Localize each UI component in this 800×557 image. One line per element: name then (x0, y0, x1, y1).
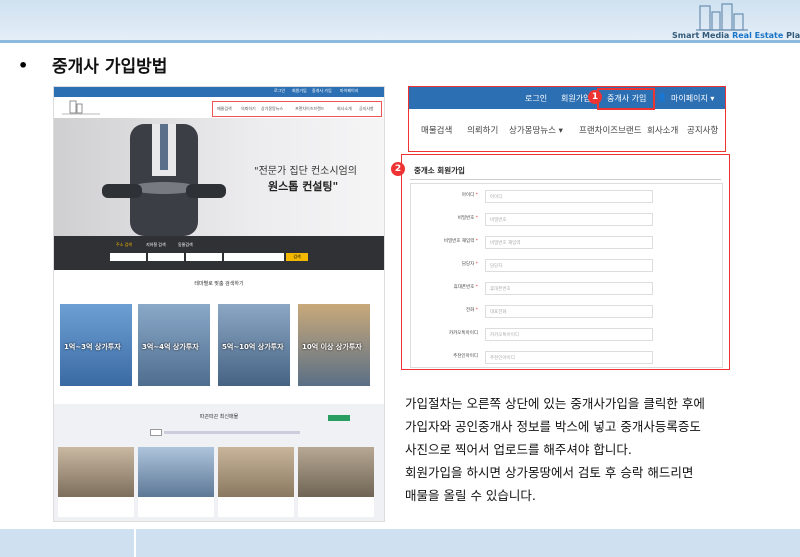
listing-card[interactable] (218, 447, 294, 517)
mypage-link[interactable]: 마이페이지 ▾ (671, 93, 714, 104)
instruction-line: 회원가입을 하시면 상가몽땅에서 검토 후 승락 해드리면 (405, 465, 694, 480)
brand-name: Smart Media Real Estate Platform (672, 31, 800, 40)
form-row-manager: 담당자 * 담당자 (411, 256, 722, 274)
site-menu-item[interactable]: 상가몽땅뉴스 (261, 106, 283, 112)
bullet: • (18, 56, 29, 75)
kakao-id-input[interactable]: 카카오톡아이디 (485, 328, 653, 341)
zoom-header-nav: 로그인 회원가입 중개사 가입 👤 마이페이지 ▾ 매물검색 의뢰하기 상가몽땅… (408, 86, 726, 152)
step-badge-1: 1 (588, 90, 602, 104)
instruction-line: 매물을 올릴 수 있습니다. (405, 488, 536, 503)
buildings-icon (696, 3, 748, 31)
slide-title: 중개사 가입방법 (52, 57, 168, 77)
menu-item-request[interactable]: 의뢰하기 (467, 124, 498, 136)
password-confirm-input[interactable]: 비밀번호 재입력 (485, 236, 653, 249)
website-screenshot: 로그인 회원가입 중개사 가입 마이페이지 매물검색 의뢰하기 상가몽땅뉴스 프… (53, 86, 385, 522)
menu-item-news[interactable]: 상가몽땅뉴스 ▾ (509, 124, 563, 136)
phone-input[interactable]: 대표전화 (485, 305, 653, 318)
site-join-link[interactable]: 회원가입 (292, 88, 307, 94)
login-link[interactable]: 로그인 (525, 93, 547, 104)
join-link[interactable]: 회원가입 (561, 93, 590, 104)
form-row-id: 아이디 * 아이디 (411, 187, 722, 205)
instruction-line: 가입절차는 오른쪽 상단에 있는 중개사가입을 클릭한 후에 (405, 396, 705, 411)
listing-card[interactable] (138, 447, 214, 517)
site-topnav: 로그인 회원가입 중개사 가입 마이페이지 (54, 87, 384, 97)
step-badge-2: 2 (391, 162, 405, 176)
theme-thumb[interactable]: 3억~4억 상가투자 (138, 304, 210, 386)
form-title-divider (410, 179, 721, 180)
instructions-text: 가입절차는 오른쪽 상단에 있는 중개사가입을 클릭한 후에 가입자와 공인중개… (405, 392, 785, 507)
zoom-agent-signup-form: 중개소 회원가입 아이디 * 아이디 비밀번호 * 비밀번호 비밀번호 재입력 * 비… (401, 154, 730, 370)
footer-band (0, 529, 800, 557)
search-button[interactable]: 검색 (286, 253, 308, 261)
listing-card[interactable] (298, 447, 374, 517)
menu-item-about[interactable]: 회사소개 (647, 124, 678, 136)
theme-section-title: 테마별로 맞춤 검색하기 (194, 281, 244, 287)
listing-card[interactable] (58, 447, 134, 517)
search-input[interactable] (224, 253, 284, 261)
site-menu-item[interactable]: 매물검색 (217, 106, 232, 112)
site-menu-item[interactable]: 의뢰하기 (241, 106, 256, 112)
site-menu-item[interactable]: 회사소개 (337, 106, 352, 112)
theme-thumb[interactable]: 5억~10억 상가투자 (218, 304, 290, 386)
instruction-line: 사진으로 찍어서 업로드를 해주셔야 합니다. (405, 442, 632, 457)
footer-divider (134, 529, 136, 557)
listing-filter-tabs[interactable] (150, 429, 300, 436)
site-mypage-link[interactable]: 마이페이지 (340, 88, 358, 94)
hero-banner: "전문가 집단 컨소시엄의 원스톱 컨설팅" (54, 118, 384, 236)
menu-item-franchise[interactable]: 프랜차이즈브랜드 (579, 124, 642, 136)
form-row-mobile: 휴대폰번호 * 휴대폰번호 (411, 279, 722, 297)
mobile-input[interactable]: 휴대폰번호 (485, 282, 653, 295)
form-row-kakao: 카카오톡아이디 카카오톡아이디 (411, 325, 722, 343)
site-menu-item[interactable]: 프랜차이즈브랜드 (295, 106, 324, 112)
hero-line2: 원스톱 컨설팅" (268, 180, 339, 193)
search-tab-other[interactable]: 동물검색 (178, 242, 193, 248)
agent-join-highlight (597, 88, 655, 110)
form-row-password: 비밀번호 * 비밀번호 (411, 210, 722, 228)
search-tab-subway[interactable]: 지하철 검색 (146, 242, 166, 248)
user-icon: 👤 (657, 93, 667, 102)
menu-item-search[interactable]: 매물검색 (421, 124, 452, 136)
menu-item-notice[interactable]: 공지사항 (687, 124, 718, 136)
site-menu-item[interactable]: 공지사항 (359, 106, 374, 112)
hero-line1: "전문가 집단 컨소시엄의 (254, 166, 357, 177)
password-input[interactable]: 비밀번호 (485, 213, 653, 226)
form-row-phone: 전화 * 대표전화 (411, 302, 722, 320)
theme-thumb[interactable]: 1억~3억 상가투자 (60, 304, 132, 386)
search-select-1[interactable] (110, 253, 146, 261)
form-row-referrer: 추천인아이디 추천인아이디 (411, 348, 722, 366)
instruction-line: 가입자와 공인중개사 정보를 박스에 넣고 중개사등록증도 (405, 419, 701, 434)
form-box: 아이디 * 아이디 비밀번호 * 비밀번호 비밀번호 재입력 * 비밀번호 재입력 담… (410, 183, 723, 368)
userid-input[interactable]: 아이디 (485, 190, 653, 203)
search-select-2[interactable] (148, 253, 184, 261)
listing-tag-badge (328, 415, 350, 421)
form-row-password-confirm: 비밀번호 재입력 * 비밀번호 재입력 (411, 233, 722, 251)
site-main-menu: 매물검색 의뢰하기 상가몽땅뉴스 프랜차이즈브랜드 회사소개 공지사항 (212, 101, 382, 117)
businessman-tablet-icon (102, 124, 226, 236)
manager-input[interactable]: 담당자 (485, 259, 653, 272)
site-login-link[interactable]: 로그인 (274, 88, 285, 94)
referrer-id-input[interactable]: 추천인아이디 (485, 351, 653, 364)
form-title: 중개소 회원가입 (414, 166, 465, 175)
search-tab-address[interactable]: 주소 검색 (116, 242, 132, 248)
zoom-topnav: 로그인 회원가입 중개사 가입 👤 마이페이지 ▾ (409, 87, 725, 109)
site-agent-join-link[interactable]: 중개사 가입 (312, 88, 332, 94)
theme-thumb[interactable]: 10억 이상 상가투자 (298, 304, 370, 386)
site-logo-icon (62, 100, 100, 115)
search-select-3[interactable] (186, 253, 222, 261)
brand-logo: Smart Media Real Estate Platform (672, 0, 800, 44)
